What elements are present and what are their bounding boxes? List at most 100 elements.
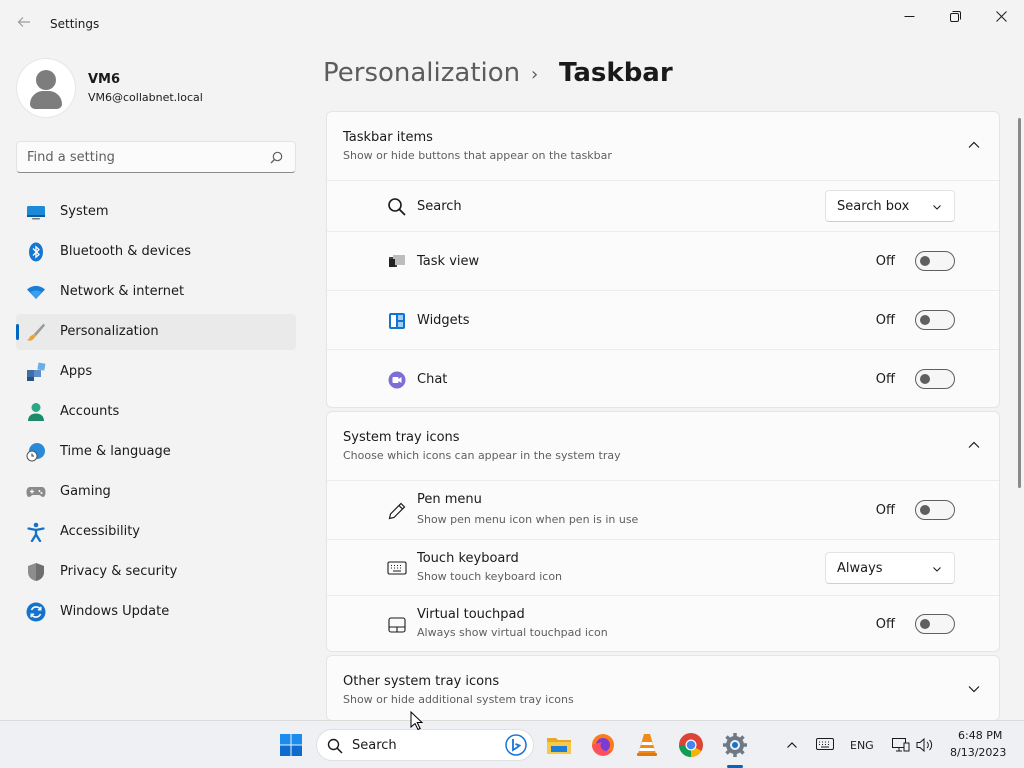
sidebar-item-label: Bluetooth & devices [60, 244, 191, 259]
toggle-knob [920, 315, 930, 325]
taskbar-items-header[interactable]: Taskbar items Show or hide buttons that … [327, 112, 999, 180]
file-explorer-icon[interactable] [545, 731, 573, 759]
toggle-state: Off [875, 253, 895, 269]
search-icon [327, 738, 343, 754]
chrome-icon[interactable] [677, 731, 705, 759]
avatar-head [36, 70, 56, 90]
touchpad-icon [388, 617, 406, 633]
find-setting-input[interactable]: Find a setting [16, 141, 296, 173]
close-button[interactable] [978, 4, 1024, 28]
volume-icon[interactable] [916, 737, 934, 753]
chevron-up-icon [968, 141, 980, 148]
sidebar-item-label: Personalization [60, 324, 159, 339]
clock-time[interactable]: 6:48 PM [958, 729, 1002, 742]
task-view-toggle-group: Off [876, 251, 955, 271]
widgets-toggle-group: Off [876, 310, 955, 330]
chat-toggle[interactable] [915, 369, 955, 389]
sidebar-item-bluetooth[interactable]: Bluetooth & devices [16, 234, 296, 270]
chat-toggle-group: Off [876, 369, 955, 389]
setting-description: Always show virtual touchpad icon [417, 626, 608, 639]
mouse-cursor-icon [410, 711, 424, 731]
chevron-down-icon [968, 686, 980, 693]
start-icon[interactable] [277, 731, 305, 759]
sidebar-item-apps[interactable]: Apps [16, 354, 296, 390]
widgets-toggle[interactable] [915, 310, 955, 330]
minimize-icon [904, 15, 914, 17]
sidebar-item-label: System [60, 204, 109, 219]
setting-row-chat: Chat Off [327, 349, 999, 407]
sidebar-item-time-language[interactable]: Time & language [16, 434, 296, 470]
back-arrow-icon[interactable] [14, 14, 34, 34]
other-tray-header[interactable]: Other system tray icons Show or hide add… [327, 656, 999, 724]
toggle-state: Off [875, 371, 895, 387]
taskbar-search-box[interactable]: Search [316, 729, 534, 761]
maximize-icon [949, 10, 961, 22]
maximize-button[interactable] [932, 4, 978, 28]
keyboard-icon[interactable] [816, 737, 834, 751]
sidebar-item-system[interactable]: System [16, 194, 296, 230]
brush-icon [27, 323, 45, 341]
avatar[interactable] [17, 59, 75, 117]
sidebar-item-accounts[interactable]: Accounts [16, 394, 296, 430]
setting-row-search: Search Search box [327, 180, 999, 231]
update-icon [26, 602, 46, 622]
virtual-touchpad-toggle[interactable] [915, 614, 955, 634]
sidebar-item-label: Time & language [60, 444, 171, 459]
clock-globe-icon [26, 443, 45, 462]
taskbar-items-section: Taskbar items Show or hide buttons that … [326, 111, 1000, 408]
bing-icon[interactable] [505, 734, 527, 756]
sidebar-item-personalization[interactable]: Personalization [16, 314, 296, 350]
shield-icon [28, 563, 44, 581]
settings-app-icon[interactable] [721, 731, 749, 759]
task-view-icon [389, 255, 405, 267]
accounts-icon [28, 403, 44, 421]
vlc-icon[interactable] [633, 731, 661, 759]
search-mode-dropdown[interactable]: Search box [825, 190, 955, 222]
setting-description: Show touch keyboard icon [417, 570, 563, 583]
app-title: Settings [50, 17, 100, 31]
sidebar-item-label: Gaming [60, 484, 111, 499]
sidebar-item-privacy[interactable]: Privacy & security [16, 554, 296, 590]
minimize-button[interactable] [886, 4, 932, 28]
toggle-state: Off [875, 312, 895, 328]
account-email: VM6@collabnet.local [88, 91, 203, 104]
sidebar-item-gaming[interactable]: Gaming [16, 474, 296, 510]
chat-icon [388, 371, 406, 389]
toggle-knob [920, 256, 930, 266]
setting-label: Touch keyboard [417, 551, 519, 566]
clock-date[interactable]: 8/13/2023 [950, 746, 1006, 759]
widgets-icon [389, 313, 405, 329]
pen-menu-toggle[interactable] [915, 500, 955, 520]
accessibility-icon [27, 522, 45, 542]
title-bar: Settings [0, 0, 1024, 48]
task-view-toggle[interactable] [915, 251, 955, 271]
page-title: Taskbar [559, 58, 673, 88]
setting-label: Search [417, 199, 462, 214]
touch-keyboard-dropdown[interactable]: Always [825, 552, 955, 584]
firefox-icon[interactable] [589, 731, 617, 759]
chevron-up-icon[interactable] [786, 739, 798, 751]
wifi-icon [27, 285, 45, 299]
sidebar-item-windows-update[interactable]: Windows Update [16, 594, 296, 630]
setting-row-touch-keyboard: Touch keyboard Show touch keyboard icon … [327, 539, 999, 595]
section-title: Taskbar items [343, 130, 433, 145]
sidebar-item-network[interactable]: Network & internet [16, 274, 296, 310]
setting-label: Virtual touchpad [417, 607, 525, 622]
network-icon[interactable] [892, 737, 910, 753]
sidebar-item-accessibility[interactable]: Accessibility [16, 514, 296, 550]
breadcrumb-separator-icon: › [531, 64, 539, 85]
breadcrumb-parent[interactable]: Personalization [323, 58, 520, 88]
sidebar-item-label: Privacy & security [60, 564, 178, 579]
gamepad-icon [26, 487, 46, 497]
scrollbar[interactable] [1018, 118, 1021, 488]
system-tray-header[interactable]: System tray icons Choose which icons can… [327, 412, 999, 480]
sidebar-item-label: Network & internet [60, 284, 185, 299]
setting-description: Show pen menu icon when pen is in use [417, 513, 639, 526]
toggle-knob [920, 619, 930, 629]
sidebar-item-label: Windows Update [60, 604, 170, 619]
taskbar: Search ENG 6:48 PM 8/13/2023 [0, 720, 1024, 768]
section-subtitle: Show or hide additional system tray icon… [343, 693, 574, 706]
close-icon [995, 10, 1007, 22]
setting-label: Pen menu [417, 492, 482, 507]
language-indicator[interactable]: ENG [850, 739, 874, 752]
